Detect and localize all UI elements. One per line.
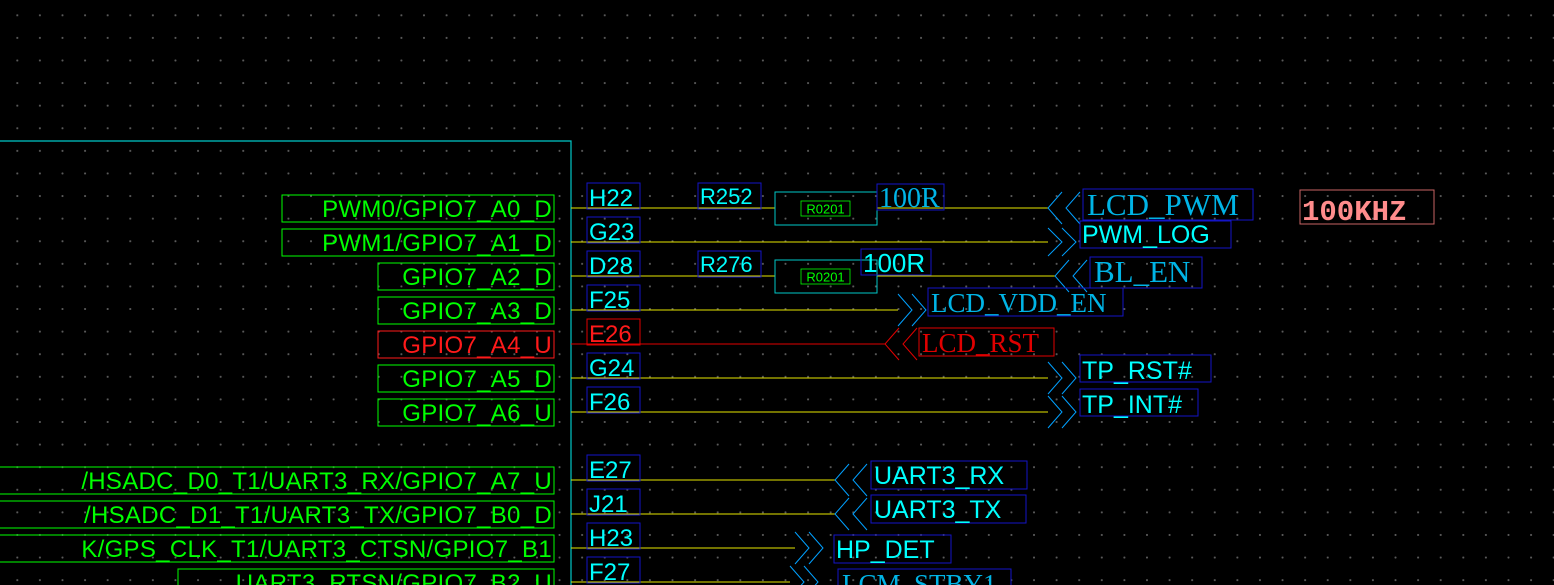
port-lcd-rst	[884, 327, 900, 361]
schematic-canvas[interactable]: PWM0/GPIO7_A0_D PWM1/GPIO7_A1_D GPIO7_A2…	[0, 0, 1554, 585]
ball-label: J21	[589, 491, 628, 518]
ball-label: F26	[589, 389, 630, 416]
note-text: 100KHZ	[1302, 196, 1406, 229]
ball-label: F25	[589, 287, 630, 314]
port-uart3-rx	[834, 463, 850, 497]
net-label-lcd-pwm: LCD_PWM	[1087, 187, 1239, 222]
ball-label: E27	[589, 457, 632, 484]
resistor-ref: R276	[700, 252, 753, 277]
net-labels: LCD_PWM PWM_LOG BL_EN LCD_VDD_EN LCD_RST…	[833, 187, 1254, 585]
wires	[571, 207, 1055, 583]
net-label-hp-det: HP_DET	[836, 536, 935, 564]
port-tp-int	[1061, 395, 1077, 429]
pin-label: /HSADC_D1_T1/UART3_TX/GPIO7_B0_D	[84, 502, 552, 529]
net-label-bl-en: BL_EN	[1094, 254, 1190, 289]
pin-label: UART3_RTSN/GPIO7_B2_U	[236, 570, 552, 585]
net-label-lcm-stby1: LCM_STBY1	[842, 569, 997, 585]
resistor-r252[interactable]: R252 R0201 100R	[697, 182, 945, 226]
resistor-r276[interactable]: R276 R0201 100R	[697, 248, 932, 294]
ball-labels: H22 G23 D28 F25 E26 G24 F26 E27 J21 H23 …	[586, 182, 641, 585]
ball-label: E26	[589, 321, 632, 348]
resistor-value: 100R	[879, 183, 940, 214]
port-hp-det	[794, 531, 810, 565]
ball-label: D28	[589, 253, 633, 280]
port-tp-rst	[1061, 361, 1077, 395]
port-uart3-tx	[852, 497, 868, 531]
ball-label: G23	[589, 219, 634, 246]
net-label-tp-rst: TP_RST#	[1082, 357, 1192, 385]
port-lcd-vdd-en	[911, 293, 927, 327]
port-pwm-log	[1061, 227, 1077, 257]
port-uart3-tx	[834, 497, 850, 531]
port-tp-rst	[1047, 361, 1063, 395]
port-uart3-rx	[852, 463, 868, 497]
ball-label: G24	[589, 355, 634, 382]
port-lcd-pwm	[1065, 191, 1081, 225]
port-lcd-vdd-en	[897, 293, 913, 327]
pin-label: K/GPS_CLK_T1/UART3_CTSN/GPIO7_B1	[81, 536, 552, 563]
port-lcd-pwm	[1047, 191, 1063, 225]
pin-label: /HSADC_D0_T1/UART3_RX/GPIO7_A7_U	[81, 468, 552, 495]
port-lcm-stby1	[789, 565, 805, 585]
port-tp-int	[1047, 395, 1063, 429]
port-hp-det	[808, 531, 824, 565]
net-label-lcd-vdd-en: LCD_VDD_EN	[931, 288, 1107, 318]
net-label-lcd-rst: LCD_RST	[922, 328, 1040, 358]
pin-labels: PWM0/GPIO7_A0_D PWM1/GPIO7_A1_D GPIO7_A2…	[0, 194, 555, 585]
resistor-package: R0201	[806, 202, 844, 217]
net-label-uart3-rx: UART3_RX	[874, 462, 1004, 490]
pin-label: GPIO7_A3_D	[402, 298, 552, 325]
port-lcd-rst	[902, 327, 918, 361]
frequency-note: 100KHZ	[1299, 189, 1435, 229]
pin-label: PWM0/GPIO7_A0_D	[322, 196, 552, 223]
pin-label: GPIO7_A6_U	[402, 400, 552, 427]
resistor-value: 100R	[863, 248, 925, 278]
pin-label: GPIO7_A2_D	[402, 264, 552, 291]
port-pwm-log	[1047, 227, 1063, 257]
port-lcm-stby1	[803, 565, 819, 585]
ball-label: H22	[589, 185, 633, 212]
net-ports	[789, 191, 1088, 585]
net-label-uart3-tx: UART3_TX	[874, 496, 1002, 524]
resistor-package: R0201	[806, 270, 844, 285]
net-label-tp-int: TP_INT#	[1082, 391, 1182, 419]
net-label-pwm-log: PWM_LOG	[1082, 221, 1210, 249]
pin-label: GPIO7_A4_U	[402, 332, 552, 359]
ball-label: H23	[589, 525, 633, 552]
pin-label: PWM1/GPIO7_A1_D	[322, 230, 552, 257]
resistor-ref: R252	[700, 184, 753, 209]
ball-label: F27	[589, 559, 630, 585]
pin-label: GPIO7_A5_D	[402, 366, 552, 393]
